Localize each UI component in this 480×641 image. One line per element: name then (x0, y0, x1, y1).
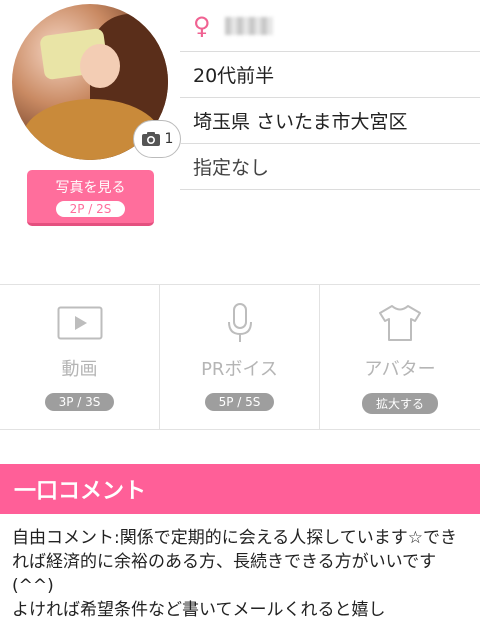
avatar-expand-badge[interactable]: 拡大する (361, 393, 438, 414)
video-play-icon (57, 303, 103, 343)
preference-row: 指定なし (180, 144, 480, 190)
see-photo-price: 2P / 2S (55, 200, 126, 217)
see-photo-label: 写真を見る (55, 179, 126, 196)
pr-voice-label: PRボイス (201, 359, 278, 380)
profile-info: ♀ 20代前半 埼玉県 さいたま市大宮区 指定なし (180, 0, 480, 190)
video-price-badge: 3P / 3S (44, 393, 115, 411)
media-tiles: 動画 3P / 3S PRボイス 5P / 5S アバター 拡大する (0, 284, 480, 430)
age-value: 20代前半 (193, 65, 275, 87)
location-row: 埼玉県 さいたま市大宮区 (180, 98, 480, 144)
pr-voice-price-badge: 5P / 5S (204, 393, 275, 411)
name-row: ♀ (180, 0, 480, 52)
video-tile[interactable]: 動画 3P / 3S (0, 285, 160, 429)
comment-text: 自由コメント:関係で定期的に会える人探しています☆できれば経済的に余裕のある方、… (12, 528, 457, 620)
see-photo-button[interactable]: 写真を見る 2P / 2S (27, 170, 154, 226)
photo-face-shape (80, 44, 120, 88)
camera-icon (141, 132, 160, 146)
preference-value: 指定なし (193, 157, 270, 179)
pr-voice-tile[interactable]: PRボイス 5P / 5S (160, 285, 320, 429)
photo-count-badge[interactable]: 1 (133, 120, 181, 158)
age-row: 20代前半 (180, 52, 480, 98)
microphone-icon (225, 303, 255, 343)
blurred-username (224, 16, 273, 35)
video-label: 動画 (61, 359, 98, 380)
comment-section-title: 一口コメント (0, 464, 480, 514)
avatar-label: アバター (364, 359, 436, 380)
photo-count-value: 1 (164, 131, 174, 147)
avatar-tile[interactable]: アバター 拡大する (320, 285, 480, 429)
female-icon: ♀ (193, 11, 211, 40)
tshirt-icon (378, 303, 422, 343)
profile-avatar-area: 1 (12, 4, 181, 160)
location-value: 埼玉県 さいたま市大宮区 (193, 111, 408, 133)
